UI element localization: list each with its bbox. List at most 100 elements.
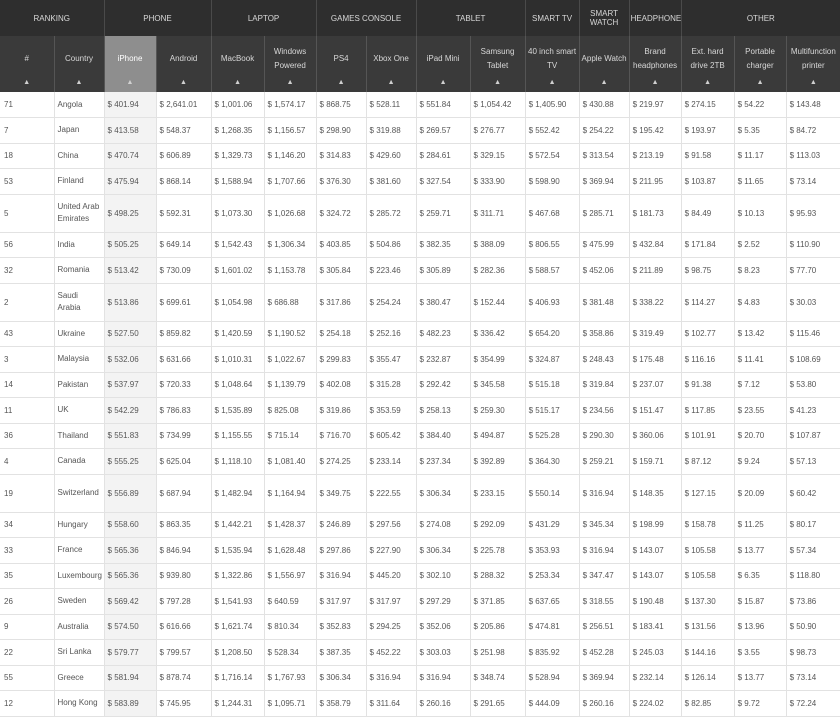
price-cell: $ 193.97 <box>680 117 735 144</box>
price-cell: $ 806.55 <box>524 232 580 258</box>
sort-arrow-icon[interactable]: ▲ <box>0 79 54 86</box>
price-cell: $ 11.25 <box>733 512 787 538</box>
table-row: 7 Japan $ 413.58 $ 548.37 $ 1,268.35 $ 1,156.… <box>0 117 840 144</box>
rank-cell: 18 <box>0 143 54 169</box>
price-cell: $ 327.54 <box>415 168 471 195</box>
group-games-console: GAMES CONSOLE <box>315 0 417 36</box>
column-header[interactable]: Samsung Tablet ▲ <box>469 36 526 92</box>
column-header[interactable]: Xbox One ▲ <box>365 36 417 92</box>
column-header[interactable]: Multifunction printer ▲ <box>785 36 840 92</box>
sort-arrow-icon[interactable]: ▲ <box>735 79 786 86</box>
price-cell: $ 592.31 <box>155 194 212 233</box>
country-cell: UK <box>53 397 105 424</box>
price-cell: $ 598.90 <box>524 168 580 195</box>
price-cell: $ 103.87 <box>680 168 735 195</box>
price-cell: $ 1,541.93 <box>210 588 265 615</box>
price-cell: $ 527.50 <box>103 321 157 347</box>
column-header[interactable]: Apple Watch ▲ <box>578 36 630 92</box>
sort-arrow-icon[interactable]: ▲ <box>417 79 470 86</box>
price-cell: $ 237.34 <box>415 448 471 475</box>
price-cell: $ 11.17 <box>733 143 787 169</box>
price-cell: $ 91.38 <box>680 372 735 398</box>
price-cell: $ 190.48 <box>628 588 682 615</box>
price-cell: $ 245.03 <box>628 639 682 666</box>
sort-arrow-icon[interactable]: ▲ <box>526 79 579 86</box>
column-header[interactable]: Android ▲ <box>155 36 212 92</box>
price-cell: $ 3.55 <box>733 639 787 666</box>
column-header[interactable]: MacBook ▲ <box>210 36 265 92</box>
price-cell: $ 77.70 <box>785 257 840 284</box>
price-cell: $ 730.09 <box>155 257 212 284</box>
sort-arrow-icon[interactable]: ▲ <box>367 79 416 86</box>
price-cell: $ 1,601.02 <box>210 257 265 284</box>
column-header[interactable]: PS4 ▲ <box>315 36 367 92</box>
price-cell: $ 232.14 <box>628 665 682 691</box>
price-cell: $ 352.83 <box>315 614 367 640</box>
column-header[interactable]: Ext. hard drive 2TB ▲ <box>680 36 735 92</box>
group-header-row: RANKING PHONE LAPTOP GAMES CONSOLE TABLE… <box>0 0 840 36</box>
sort-arrow-icon[interactable]: ▲ <box>105 79 156 86</box>
sort-arrow-icon[interactable]: ▲ <box>212 79 264 86</box>
price-cell: $ 13.96 <box>733 614 787 640</box>
price-cell: $ 1,026.68 <box>263 194 317 233</box>
column-header[interactable]: Country ▲ <box>53 36 105 92</box>
price-cell: $ 73.14 <box>785 665 840 691</box>
column-header[interactable]: Brand headphones ▲ <box>628 36 682 92</box>
price-cell: $ 291.65 <box>469 690 526 717</box>
country-cell: Thailand <box>53 423 105 449</box>
price-cell: $ 1,208.50 <box>210 639 265 666</box>
table-row: 3 Malaysia $ 532.06 $ 631.66 $ 1,010.31 $ 1,0… <box>0 346 840 373</box>
price-cell: $ 316.94 <box>365 665 417 691</box>
rank-cell: 3 <box>0 346 54 373</box>
price-cell: $ 745.95 <box>155 690 212 717</box>
price-cell: $ 364.30 <box>524 448 580 475</box>
price-cell: $ 118.80 <box>785 563 840 589</box>
sort-arrow-icon[interactable]: ▲ <box>630 79 681 86</box>
column-header[interactable]: Portable charger ▲ <box>733 36 787 92</box>
price-cell: $ 1,535.94 <box>210 537 265 564</box>
price-cell: $ 113.03 <box>785 143 840 169</box>
sort-arrow-icon[interactable]: ▲ <box>580 79 629 86</box>
column-header[interactable]: Windows Powered ▲ <box>263 36 317 92</box>
rank-cell: 7 <box>0 117 54 144</box>
price-cell: $ 110.90 <box>785 232 840 258</box>
price-cell: $ 528.11 <box>365 92 417 118</box>
sort-arrow-icon[interactable]: ▲ <box>265 79 316 86</box>
price-cell: $ 223.46 <box>365 257 417 284</box>
rank-cell: 32 <box>0 257 54 284</box>
sort-arrow-icon[interactable]: ▲ <box>157 79 211 86</box>
price-cell: $ 1,322.86 <box>210 563 265 589</box>
price-cell: $ 551.83 <box>103 423 157 449</box>
column-header-label: PS4 <box>333 54 349 63</box>
price-cell: $ 401.94 <box>103 92 157 118</box>
price-cell: $ 1,118.10 <box>210 448 265 475</box>
price-cell: $ 13.42 <box>733 321 787 347</box>
price-cell: $ 234.56 <box>578 397 630 424</box>
price-cell: $ 9.24 <box>733 448 787 475</box>
price-cell: $ 253.34 <box>524 563 580 589</box>
column-header[interactable]: iPhone ▲ <box>103 36 157 92</box>
price-cell: $ 319.86 <box>315 397 367 424</box>
price-cell: $ 452.28 <box>578 639 630 666</box>
price-cell: $ 311.71 <box>469 194 526 233</box>
price-cell: $ 72.24 <box>785 690 840 717</box>
price-cell: $ 306.34 <box>415 537 471 564</box>
country-cell: Australia <box>53 614 105 640</box>
rank-cell: 11 <box>0 397 54 424</box>
price-cell: $ 205.86 <box>469 614 526 640</box>
price-cell: $ 54.22 <box>733 92 787 118</box>
price-cell: $ 333.90 <box>469 168 526 195</box>
sort-arrow-icon[interactable]: ▲ <box>682 79 734 86</box>
sort-arrow-icon[interactable]: ▲ <box>471 79 525 86</box>
column-header[interactable]: 40 inch smart TV ▲ <box>524 36 580 92</box>
column-header[interactable]: # ▲ <box>0 36 54 92</box>
price-cell: $ 825.08 <box>263 397 317 424</box>
column-header[interactable]: iPad Mini ▲ <box>415 36 471 92</box>
sort-arrow-icon[interactable]: ▲ <box>55 79 104 86</box>
price-cell: $ 345.34 <box>578 512 630 538</box>
price-cell: $ 41.23 <box>785 397 840 424</box>
sort-arrow-icon[interactable]: ▲ <box>787 79 840 86</box>
sort-arrow-icon[interactable]: ▲ <box>317 79 366 86</box>
price-cell: $ 550.14 <box>524 474 580 513</box>
price-cell: $ 606.89 <box>155 143 212 169</box>
